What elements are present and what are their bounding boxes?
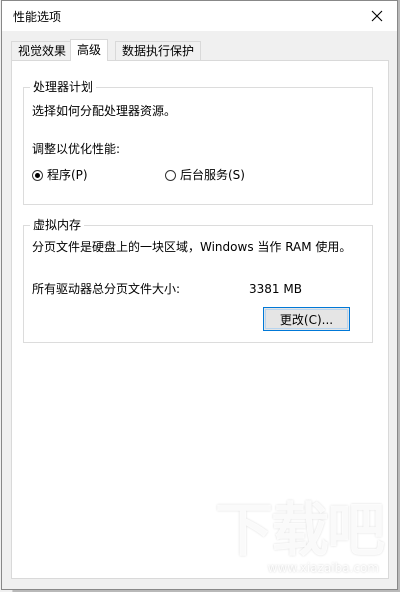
total-paging-file-label: 所有驱动器总分页文件大小: xyxy=(32,282,181,296)
close-icon xyxy=(371,10,383,22)
virtual-memory-group: 虚拟内存 分页文件是硬盘上的一块区域，Windows 当作 RAM 使用。 所有… xyxy=(23,218,373,343)
radio-programs[interactable]: 程序(P) xyxy=(32,168,88,182)
adjust-performance-label: 调整以优化性能: xyxy=(32,142,121,156)
tab-visual-effects[interactable]: 视觉效果 xyxy=(11,41,74,60)
radio-background-services[interactable]: 后台服务(S) xyxy=(165,168,245,182)
dialog-title: 性能选项 xyxy=(13,10,62,24)
tab-data-execution-prevention[interactable]: 数据执行保护 xyxy=(115,41,202,60)
performance-options-dialog: 性能选项 视觉效果 高级 数据执行保护 处理器计划 选择如何分配处理器资源。 调… xyxy=(1,0,398,590)
radio-background-services-label: 后台服务(S) xyxy=(180,168,245,182)
processor-scheduling-group: 处理器计划 选择如何分配处理器资源。 调整以优化性能: 程序(P) 后台服务(S… xyxy=(23,80,373,205)
watermark-url: www.xiazaiba.com xyxy=(267,561,379,575)
total-paging-file-value: 3381 MB xyxy=(249,282,302,296)
radio-background-services-indicator xyxy=(165,169,176,181)
virtual-memory-label: 虚拟内存 xyxy=(30,218,85,232)
radio-programs-indicator xyxy=(32,169,43,181)
processor-description: 选择如何分配处理器资源。 xyxy=(32,104,177,118)
virtual-memory-description: 分页文件是硬盘上的一块区域，Windows 当作 RAM 使用。 xyxy=(32,240,352,254)
tab-advanced[interactable]: 高级 xyxy=(70,39,109,61)
watermark-logo: 下载吧 xyxy=(214,496,385,564)
radio-programs-label: 程序(P) xyxy=(47,168,88,182)
title-bar: 性能选项 xyxy=(2,1,397,31)
close-button[interactable] xyxy=(357,1,397,31)
change-button[interactable]: 更改(C)... xyxy=(263,307,350,331)
processor-scheduling-label: 处理器计划 xyxy=(30,80,97,94)
tab-strip: 视觉效果 高级 数据执行保护 xyxy=(11,39,391,61)
